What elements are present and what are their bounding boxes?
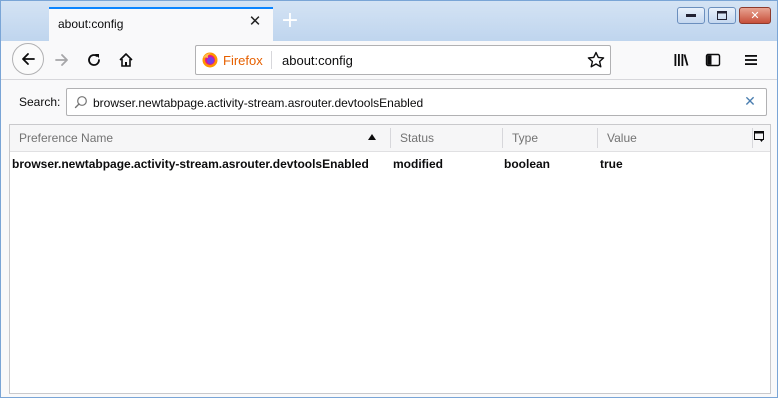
column-header-value[interactable]: Value xyxy=(598,125,748,151)
back-arrow-icon xyxy=(22,53,35,65)
url-text[interactable]: about:config xyxy=(282,53,353,68)
column-header-preference-name[interactable]: Preference Name xyxy=(10,125,390,151)
search-label: Search: xyxy=(19,95,61,109)
column-header-type[interactable]: Type xyxy=(503,125,597,151)
identity-box[interactable]: Firefox xyxy=(202,51,272,69)
search-input[interactable]: browser.newtabpage.activity-stream.asrou… xyxy=(66,88,767,116)
window-close-button[interactable]: ✕ xyxy=(739,7,771,24)
tab-title: about:config xyxy=(58,17,124,31)
type-cell: boolean xyxy=(504,157,551,171)
library-button[interactable] xyxy=(666,45,696,75)
new-tab-icon[interactable]: + xyxy=(280,10,300,32)
table-row[interactable]: browser.newtabpage.activity-stream.asrou… xyxy=(10,155,770,173)
open-menu-button[interactable] xyxy=(736,45,766,75)
window-close-icon: ✕ xyxy=(750,9,760,22)
close-tab-icon[interactable]: ✕ xyxy=(247,14,263,30)
home-button[interactable] xyxy=(111,45,141,75)
restore-icon xyxy=(709,8,735,23)
tab-strip: about:config ✕ + ✕ xyxy=(1,1,777,41)
status-cell: modified xyxy=(393,157,443,171)
about-config-page: Search: browser.newtabpage.activity-stre… xyxy=(1,79,777,397)
table-header: Preference Name Status Type Value xyxy=(10,125,770,152)
value-cell: true xyxy=(600,157,623,171)
url-bar[interactable]: Firefox about:config xyxy=(195,45,611,75)
column-picker-icon[interactable] xyxy=(754,131,766,143)
sidebar-button[interactable] xyxy=(698,45,728,75)
forward-button[interactable] xyxy=(47,45,77,75)
reload-button[interactable] xyxy=(79,45,109,75)
column-splitter[interactable] xyxy=(752,128,753,148)
maximize-button[interactable] xyxy=(708,7,736,24)
sort-ascending-icon xyxy=(368,134,376,140)
reload-icon xyxy=(88,54,100,66)
navigation-toolbar: Firefox about:config xyxy=(1,41,777,79)
firefox-logo-icon xyxy=(202,52,218,68)
preferences-table: Preference Name Status Type Value browse… xyxy=(9,124,771,394)
sidebar-icon xyxy=(705,53,721,67)
minimize-button[interactable] xyxy=(677,7,705,24)
library-icon xyxy=(674,54,689,66)
identity-label: Firefox xyxy=(223,52,263,68)
bookmark-star-icon[interactable] xyxy=(586,50,606,70)
tab-about-config[interactable]: about:config ✕ xyxy=(49,7,273,41)
window-controls: ✕ xyxy=(674,7,771,24)
column-header-status[interactable]: Status xyxy=(391,125,502,151)
home-icon xyxy=(119,53,133,67)
back-button[interactable] xyxy=(12,43,44,75)
clear-search-icon[interactable]: ✕ xyxy=(743,94,757,110)
forward-arrow-icon xyxy=(55,54,68,66)
minimize-icon xyxy=(678,8,704,23)
search-icon xyxy=(74,96,87,109)
preference-name-cell: browser.newtabpage.activity-stream.asrou… xyxy=(12,157,369,171)
browser-window: about:config ✕ + ✕ Firefox about:config … xyxy=(0,0,778,398)
hamburger-menu-icon xyxy=(745,55,757,65)
search-value[interactable]: browser.newtabpage.activity-stream.asrou… xyxy=(93,96,423,110)
